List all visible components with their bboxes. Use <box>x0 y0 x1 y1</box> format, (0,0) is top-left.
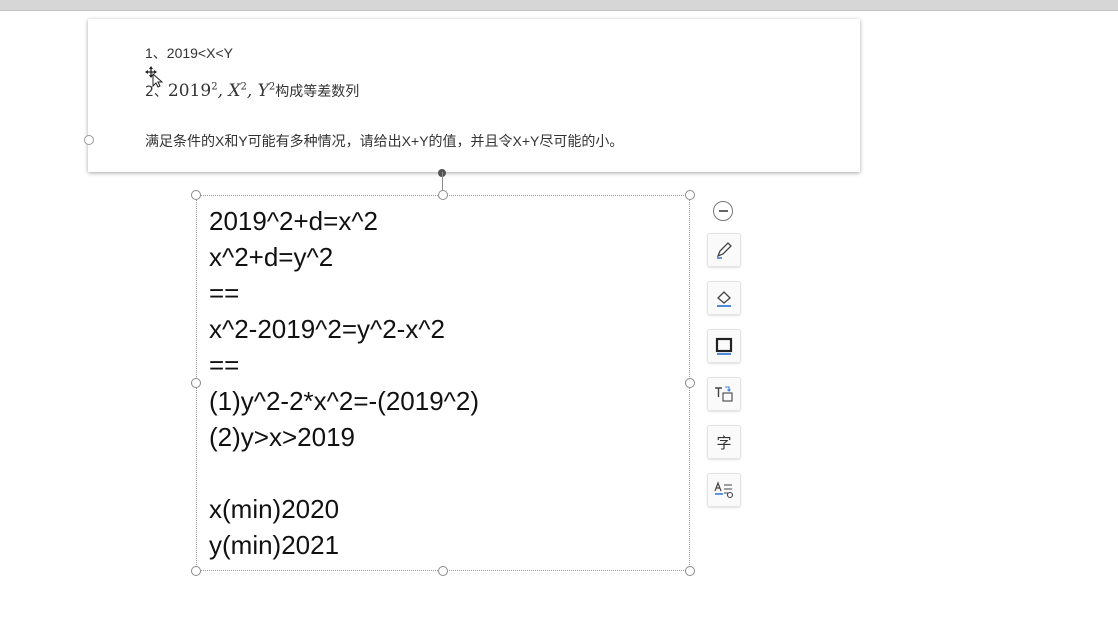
font-button[interactable]: 字 <box>707 425 741 459</box>
text-line: == <box>209 278 240 308</box>
resize-handle-bottom-left[interactable] <box>191 566 201 576</box>
resize-handle-top-left[interactable] <box>191 190 201 200</box>
text-box-button[interactable] <box>707 377 741 411</box>
condition-2-base: 2019 <box>167 81 212 101</box>
text-style-icon <box>714 481 734 499</box>
resize-handle-bottom-right[interactable] <box>685 566 695 576</box>
resize-handle-bottom[interactable] <box>438 566 448 576</box>
problem-question: 满足条件的X和Y可能有多种情况，请给出X+Y的值，并且令X+Y尽可能的小。 <box>145 133 624 149</box>
resize-handle-right[interactable] <box>685 378 695 388</box>
shape-outline-button[interactable] <box>707 329 741 363</box>
text-line: (2)y>x>2019 <box>209 422 355 452</box>
card-left-handle[interactable] <box>84 135 94 145</box>
text-line: x^2+d=y^2 <box>209 242 334 272</box>
text-line: 2019^2+d=x^2 <box>209 206 378 236</box>
move-cursor-icon <box>145 66 163 88</box>
pen-icon <box>716 242 732 259</box>
shape-fill-button[interactable] <box>707 281 741 315</box>
fill-icon <box>717 291 731 307</box>
text-line: (1)y^2-2*x^2=-(2019^2) <box>209 386 479 416</box>
text-style-button[interactable] <box>707 473 741 507</box>
font-icon: 字 <box>716 433 732 452</box>
text-line <box>209 455 479 491</box>
condition-2-x: , X <box>217 81 241 101</box>
text-box-icon <box>715 386 733 402</box>
resize-handle-left[interactable] <box>191 378 201 388</box>
problem-image-card[interactable]: 1、2019<X<Y 2、20192, X2, Y2构成等差数列 满足条件的X和… <box>84 19 860 177</box>
text-line: y(min)2021 <box>209 530 340 560</box>
pen-style-button[interactable] <box>707 233 741 267</box>
resize-handle-top[interactable] <box>438 190 448 200</box>
answer-text-content[interactable]: 2019^2+d=x^2 x^2+d=y^2 == x^2-2019^2=y^2… <box>209 203 479 563</box>
resize-handle-top-right[interactable] <box>685 190 695 200</box>
condition-2-y: , Y <box>246 81 269 101</box>
problem-condition-1: 1、2019<X<Y <box>145 45 233 61</box>
text-line: x^2-2019^2=y^2-x^2 <box>209 314 445 344</box>
text-line: x(min)2020 <box>209 494 340 524</box>
rotate-stem <box>442 172 443 190</box>
problem-condition-2: 2、20192, X2, Y2构成等差数列 <box>145 81 359 101</box>
text-line: == <box>209 350 240 380</box>
collapse-icon[interactable] <box>713 201 733 221</box>
border-icon <box>715 337 733 355</box>
condition-2-suffix: 构成等差数列 <box>275 84 360 100</box>
window-top-bar <box>0 0 1118 11</box>
